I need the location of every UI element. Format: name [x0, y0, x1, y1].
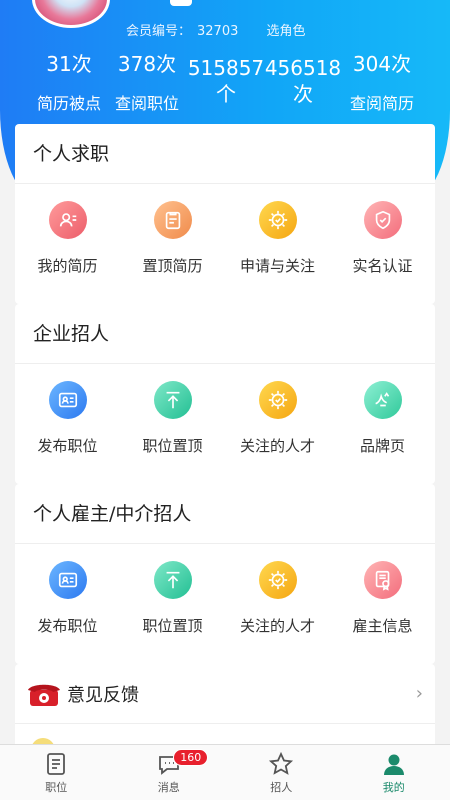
pin-top-icon: [153, 381, 192, 419]
stat-value: 304次: [352, 52, 412, 76]
item-label: 关注的人才: [239, 617, 315, 635]
user-card-icon: [48, 201, 87, 239]
bottom-tab-bar: 职位 消息 160 招人 我的: [0, 744, 450, 800]
followed-talent-button[interactable]: 关注的人才: [225, 544, 330, 664]
item-label: 发布职位: [37, 617, 98, 635]
item-label: 实名认证: [352, 257, 413, 275]
gear-check-icon: [258, 201, 297, 239]
verify-identity-button[interactable]: 实名认证: [330, 184, 435, 304]
agent-hiring-card: 个人雇主/中介招人 发布职位 职位置顶 关注的人才 雇主信息: [15, 484, 435, 664]
section-title: 企业招人: [15, 304, 435, 364]
personal-job-card: 个人求职 我的简历 置顶简历 申请与关注 实名认证: [15, 124, 435, 304]
star-icon: [269, 751, 294, 775]
clipboard-icon: [153, 201, 192, 239]
shield-check-icon: [363, 201, 402, 239]
telephone-icon: [28, 684, 60, 706]
item-label: 职位置顶: [142, 437, 203, 455]
tab-label: 消息: [157, 781, 180, 794]
chevron-right-icon: ›: [415, 683, 423, 704]
stats-row: 31次 简历被点 378次 查阅职位 515857个 456518次 304次 …: [0, 52, 450, 122]
avatar-edge: [170, 0, 192, 6]
id-card-icon: [48, 561, 87, 599]
certificate-icon: [363, 561, 402, 599]
tab-mine[interactable]: 我的: [338, 745, 450, 800]
member-info: 会员编号： 32703 选角色: [126, 20, 312, 39]
item-label: 申请与关注: [239, 257, 315, 275]
gear-check-icon: [258, 381, 297, 419]
pin-resume-button[interactable]: 置顶简历: [120, 184, 225, 304]
tab-hire[interactable]: 招人: [225, 745, 338, 800]
gear-check-icon: [258, 561, 297, 599]
member-id-label: 会员编号：: [126, 24, 192, 39]
item-label: 发布职位: [37, 437, 98, 455]
select-role-link[interactable]: 选角色: [267, 24, 306, 39]
unread-badge: 160: [173, 749, 209, 766]
post-job-button[interactable]: 发布职位: [15, 544, 120, 664]
my-resume-button[interactable]: 我的简历: [15, 184, 120, 304]
stat-viewed-resumes[interactable]: 304次 查阅简历: [327, 52, 437, 114]
job-top-button[interactable]: 职位置顶: [120, 364, 225, 484]
item-label: 置顶简历: [142, 257, 203, 275]
member-id: 32703: [197, 24, 239, 39]
person-icon: [383, 754, 404, 775]
tab-messages[interactable]: 消息 160: [113, 745, 226, 800]
brand-page-button[interactable]: 品牌页: [330, 364, 435, 484]
item-label: 关注的人才: [239, 437, 315, 455]
company-hiring-card: 企业招人 发布职位 职位置顶 关注的人才 品牌页: [15, 304, 435, 484]
tab-label: 招人: [270, 781, 293, 794]
item-label: 品牌页: [359, 437, 405, 455]
followed-talent-button[interactable]: 关注的人才: [225, 364, 330, 484]
post-job-button[interactable]: 发布职位: [15, 364, 120, 484]
item-label: 我的简历: [37, 257, 98, 275]
avatar[interactable]: [32, 0, 110, 28]
tab-label: 我的: [382, 781, 405, 794]
brand-icon: [363, 381, 402, 419]
tab-jobs[interactable]: 职位: [0, 745, 113, 800]
employer-info-button[interactable]: 雇主信息: [330, 544, 435, 664]
section-title: 个人求职: [15, 124, 435, 184]
section-title: 个人雇主/中介招人: [15, 484, 435, 544]
tab-label: 职位: [45, 781, 68, 794]
job-top-button[interactable]: 职位置顶: [120, 544, 225, 664]
apply-follow-button[interactable]: 申请与关注: [225, 184, 330, 304]
item-label: 职位置顶: [142, 617, 203, 635]
item-label: 雇主信息: [352, 617, 413, 635]
feedback-label: 意见反馈: [67, 684, 139, 706]
feedback-row[interactable]: 意见反馈 ›: [15, 664, 435, 724]
document-icon: [47, 753, 66, 775]
pin-top-icon: [153, 561, 192, 599]
stat-label: 查阅简历: [349, 94, 414, 113]
id-card-icon: [48, 381, 87, 419]
